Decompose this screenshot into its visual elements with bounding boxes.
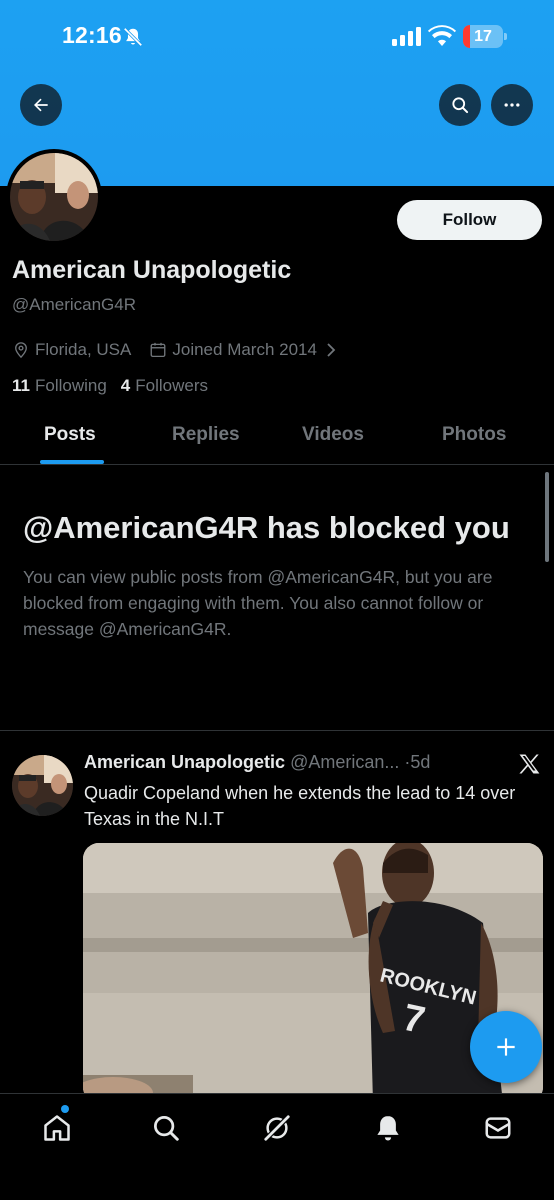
- battery-level: 17: [474, 28, 492, 45]
- grok-icon[interactable]: [262, 1113, 292, 1143]
- more-horizontal-icon: [504, 103, 520, 107]
- post-author-handle[interactable]: @American...: [290, 752, 399, 772]
- more-options-button[interactable]: [491, 84, 533, 126]
- search-icon[interactable]: [151, 1113, 181, 1143]
- location-item: Florida, USA: [12, 340, 131, 360]
- chevron-right-icon: [327, 343, 336, 357]
- calendar-icon: [150, 342, 166, 358]
- follow-stats: 11 Following 4 Followers: [12, 376, 222, 396]
- following-count[interactable]: 11: [12, 376, 30, 396]
- post-author-name[interactable]: American Unapologetic: [84, 752, 285, 772]
- plus-icon: [497, 1038, 515, 1056]
- tab-videos[interactable]: Videos: [302, 424, 364, 446]
- x-logo-icon: [519, 754, 540, 774]
- followers-count[interactable]: 4: [121, 376, 130, 396]
- post-text: Quadir Copeland when he extends the lead…: [84, 783, 516, 829]
- post-header: American Unapologetic @American... ·5d: [84, 752, 430, 773]
- following-label[interactable]: Following: [35, 376, 107, 396]
- status-bar: 12:16 17: [0, 0, 554, 72]
- profile-display-name: American Unapologetic: [12, 256, 292, 284]
- post-avatar[interactable]: [12, 755, 73, 816]
- joined-item[interactable]: Joined March 2014: [149, 340, 342, 360]
- bottom-navigation: [0, 1093, 554, 1200]
- search-button[interactable]: [439, 84, 481, 126]
- search-icon: [452, 97, 469, 114]
- joined-text: Joined March 2014: [172, 340, 317, 359]
- messages-icon[interactable]: [483, 1113, 513, 1143]
- notifications-icon[interactable]: [373, 1113, 403, 1143]
- arrow-left-icon: [34, 98, 48, 112]
- status-time: 12:16: [62, 22, 122, 48]
- tab-replies[interactable]: Replies: [172, 424, 240, 446]
- cellular-signal-icon: [392, 27, 421, 46]
- tab-photos[interactable]: Photos: [442, 424, 506, 446]
- wifi-icon: [428, 25, 456, 46]
- back-button[interactable]: [20, 84, 62, 126]
- blocked-description: You can view public posts from @American…: [23, 567, 493, 639]
- blocked-notice: @AmericanG4R has blocked you You can vie…: [23, 506, 523, 642]
- post-time[interactable]: 5d: [410, 752, 430, 772]
- active-tab-indicator: [40, 460, 104, 464]
- compose-fab-button[interactable]: [470, 1011, 542, 1083]
- profile-avatar[interactable]: [6, 149, 102, 245]
- avatar-photo: [12, 755, 73, 816]
- location-text: Florida, USA: [35, 340, 132, 359]
- profile-handle: @AmericanG4R: [12, 295, 137, 314]
- home-notification-dot: [61, 1105, 69, 1113]
- profile-tabs: Posts Replies Videos Photos: [0, 412, 554, 465]
- followers-label[interactable]: Followers: [135, 376, 208, 396]
- divider: [0, 730, 554, 731]
- blocked-title: @AmericanG4R has blocked you: [23, 510, 510, 545]
- battery-indicator: 17: [463, 25, 507, 48]
- avatar-photo: [10, 153, 98, 241]
- scrollbar[interactable]: [545, 472, 549, 562]
- bell-off-icon: [123, 27, 143, 47]
- location-pin-icon: [15, 342, 27, 359]
- follow-button[interactable]: Follow: [397, 200, 542, 240]
- profile-meta: Florida, USA Joined March 2014: [12, 338, 360, 362]
- tab-posts[interactable]: Posts: [44, 424, 96, 446]
- home-icon[interactable]: [42, 1113, 72, 1143]
